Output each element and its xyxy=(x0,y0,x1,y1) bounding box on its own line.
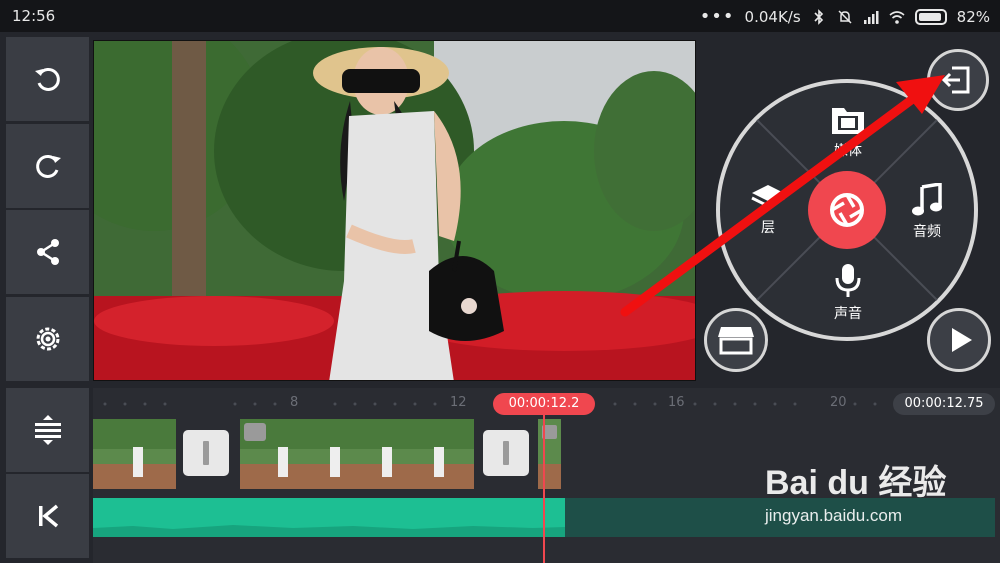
watermark-brand: Bai du 经验 xyxy=(765,464,947,502)
audio-track[interactable] xyxy=(93,498,565,537)
bluetooth-icon xyxy=(814,8,823,25)
undo-button[interactable] xyxy=(6,37,89,121)
wifi-icon xyxy=(889,10,905,24)
mute-icon xyxy=(838,9,852,24)
preview-image xyxy=(94,41,695,380)
menu-media[interactable]: 媒体 xyxy=(826,104,870,160)
signal-icon xyxy=(863,10,879,24)
camera-aperture-icon xyxy=(830,193,864,227)
net-speed: 0.04K/s xyxy=(744,7,801,26)
menu-layer[interactable]: 层 xyxy=(746,183,790,237)
timeline-expand-button[interactable] xyxy=(6,388,89,472)
transition-slot[interactable] xyxy=(483,430,529,476)
redo-button[interactable] xyxy=(6,124,89,208)
status-bar: 12:56 ••• 0.04K/s 82% xyxy=(0,0,1000,32)
audio-waveform xyxy=(93,525,565,537)
video-clip[interactable] xyxy=(538,419,561,489)
clip-thumbnails xyxy=(538,419,561,489)
music-note-icon xyxy=(912,181,942,216)
undo-icon xyxy=(34,67,60,91)
exit-project-button[interactable] xyxy=(927,49,989,111)
battery-level: 82% xyxy=(956,7,990,26)
playhead-time: 00:00:12.2 xyxy=(493,393,595,415)
ruler-label: 20 xyxy=(830,395,847,410)
video-clip[interactable] xyxy=(240,419,474,489)
menu-voice[interactable]: 声音 xyxy=(826,263,870,323)
skip-start-icon xyxy=(38,504,58,528)
watermark: Bai du 经验 jingyan.baidu.com xyxy=(765,455,946,526)
film-folder-icon xyxy=(832,108,864,134)
share-icon xyxy=(36,239,59,265)
gear-icon xyxy=(36,327,59,351)
more-dots-icon: ••• xyxy=(699,6,735,27)
menu-layer-label: 层 xyxy=(761,220,775,236)
ruler-label: 16 xyxy=(668,395,685,410)
playhead-line[interactable] xyxy=(543,410,545,563)
ruler-label: 8 xyxy=(290,395,299,410)
status-time: 12:56 xyxy=(12,7,56,25)
asset-store-button[interactable] xyxy=(704,308,768,372)
total-duration: 00:00:12.75 xyxy=(893,393,995,415)
menu-audio[interactable]: 音频 xyxy=(904,181,950,241)
play-icon xyxy=(952,328,972,352)
watermark-url: jingyan.baidu.com xyxy=(765,506,903,525)
redo-icon xyxy=(35,154,61,178)
clip-thumbnails xyxy=(240,419,474,489)
exit-icon xyxy=(941,66,970,94)
video-preview[interactable] xyxy=(93,40,696,381)
expand-vertical-icon xyxy=(34,415,61,445)
play-button[interactable] xyxy=(927,308,991,372)
menu-voice-label: 声音 xyxy=(834,306,862,322)
menu-audio-label: 音频 xyxy=(913,224,941,240)
app-root: 12:56 ••• 0.04K/s 82% 媒体 层 音频 声音 8 12 16… xyxy=(0,0,1000,563)
jump-to-start-button[interactable] xyxy=(6,474,89,558)
microphone-icon xyxy=(835,264,861,297)
share-button[interactable] xyxy=(6,210,89,294)
video-clip[interactable] xyxy=(93,419,176,489)
transition-slot[interactable] xyxy=(183,430,229,476)
status-icons: ••• 0.04K/s 82% xyxy=(700,6,990,27)
clip-thumbnails xyxy=(93,419,176,489)
battery-icon xyxy=(914,8,947,25)
menu-media-label: 媒体 xyxy=(834,143,862,159)
store-icon xyxy=(718,327,754,355)
settings-button[interactable] xyxy=(6,297,89,381)
ruler-label: 12 xyxy=(450,395,467,410)
layers-icon xyxy=(751,185,785,208)
record-button[interactable] xyxy=(808,171,886,249)
